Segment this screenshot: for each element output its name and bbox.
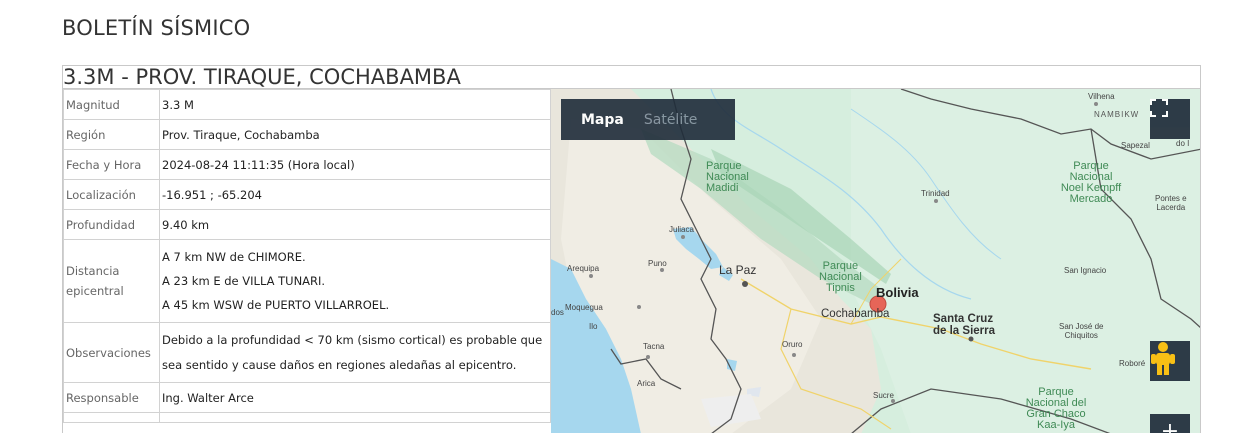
pegman-icon <box>1151 342 1175 375</box>
row-value: Ing. Walter Arce <box>159 382 551 413</box>
row-value-distancia: A 7 km NW de CHIMORE. A 23 km E de VILLA… <box>159 239 551 323</box>
map-label: San Ignacio <box>1064 266 1107 275</box>
map-label: Sucre <box>873 391 894 400</box>
map-label: NAMBIKW <box>1094 110 1140 119</box>
row-value: 9.40 km <box>159 209 551 240</box>
row-value-empty <box>159 412 551 423</box>
table-row: Distancia epicentral A 7 km NW de CHIMOR… <box>63 239 551 323</box>
row-value: 2024-08-24 11:11:35 (Hora local) <box>159 149 551 180</box>
observation-line: sea sentido y cause daños en regiones al… <box>162 357 517 372</box>
table-row: Magnitud 3.3 M <box>63 89 551 120</box>
row-key: Responsable <box>63 382 160 413</box>
map-label: Ilo <box>589 322 598 331</box>
row-value: -16.951 ; -65.204 <box>159 179 551 210</box>
map-label: do I <box>1176 139 1190 148</box>
map-label-park: Parque Nacional Noel Kempff Mercado <box>1051 161 1131 205</box>
map-label: Roboré <box>1119 359 1146 368</box>
table-row: Localización -16.951 ; -65.204 <box>63 179 551 210</box>
observation-line: Debido a la profundidad < 70 km (sismo c… <box>162 332 543 347</box>
map-label: Puno <box>648 259 667 268</box>
map-label: Sapezal <box>1121 141 1150 150</box>
row-key: Localización <box>63 179 160 210</box>
map-label: dos <box>551 308 564 317</box>
map-label-line: Madidi <box>706 182 739 194</box>
row-value-observaciones: Debido a la profundidad < 70 km (sismo c… <box>159 322 551 383</box>
row-value: 3.3 M <box>159 89 551 120</box>
table-row: Profundidad 9.40 km <box>63 209 551 240</box>
map-label: Trinidad <box>921 189 950 198</box>
row-key: Región <box>63 119 160 150</box>
map-label: Arequipa <box>567 264 600 273</box>
zoom-in-button[interactable]: + <box>1150 414 1190 433</box>
table-row: Fecha y Hora 2024-08-24 11:11:35 (Hora l… <box>63 149 551 180</box>
map-label: San José de Chiquitos <box>1059 322 1103 340</box>
distance-line: A 45 km WSW de PUERTO VILLARROEL. <box>162 298 390 312</box>
table-row: Observaciones Debido a la profundidad < … <box>63 322 551 383</box>
map-label: Juliaca <box>669 225 694 234</box>
row-key-empty <box>63 412 160 423</box>
table-row: Región Prov. Tiraque, Cochabamba <box>63 119 551 150</box>
map-label: Tacna <box>643 342 665 351</box>
map-label-country: Bolivia <box>876 285 919 300</box>
row-key-line: epicentral <box>66 284 124 298</box>
row-key: Profundidad <box>63 209 160 240</box>
map-label: Arica <box>637 379 656 388</box>
map-label-line: Tipnis <box>825 282 855 294</box>
fullscreen-icon <box>1150 99 1168 117</box>
map-label-line: de la Sierra <box>933 325 996 337</box>
map-label-line: Pontes e <box>1155 194 1187 203</box>
map-type-map-button[interactable]: Mapa <box>561 112 624 128</box>
map-type-satellite-button[interactable]: Satélite <box>624 112 697 128</box>
map-label-park: Parque Nacional Madidi <box>706 161 749 194</box>
map-embed[interactable]: Vilhena NAMBIKW Sapezal do I Parque Naci… <box>551 89 1200 433</box>
event-card: 3.3M - PROV. TIRAQUE, COCHABAMBA Magnitu… <box>62 65 1201 433</box>
distance-line: A 7 km NW de CHIMORE. <box>162 250 306 264</box>
map-label-line: Lacerda <box>1156 203 1186 212</box>
map-type-control: Mapa Satélite <box>561 99 735 140</box>
map-label: Cochabamba <box>821 308 890 320</box>
street-view-pegman-button[interactable] <box>1150 341 1190 381</box>
row-key: Observaciones <box>63 322 160 383</box>
page-heading: BOLETÍN SÍSMICO <box>62 16 251 40</box>
map-label: Moquegua <box>565 303 603 312</box>
event-title: 3.3M - PROV. TIRAQUE, COCHABAMBA <box>63 65 461 89</box>
fullscreen-button[interactable] <box>1150 99 1190 139</box>
map-label-line: Santa Cruz <box>933 313 994 325</box>
table-row: Responsable Ing. Walter Arce <box>63 382 551 413</box>
row-key-distancia: Distancia epicentral <box>63 239 160 323</box>
map-label-park: Parque Nacional del Gran Chaco Kaa-Iya <box>1016 387 1096 431</box>
map-label-line: Chiquitos <box>1064 331 1098 340</box>
map-label-line: San José de <box>1059 322 1104 331</box>
event-details-table: Magnitud 3.3 M Región Prov. Tiraque, Coc… <box>63 89 551 423</box>
map-label-line: Kaa-Iya <box>1037 419 1075 431</box>
map-label: Pontes e Lacerda <box>1155 194 1187 212</box>
map-label: Vilhena <box>1088 92 1115 101</box>
row-key: Fecha y Hora <box>63 149 160 180</box>
row-key-line: Distancia <box>66 264 120 278</box>
row-value: Prov. Tiraque, Cochabamba <box>159 119 551 150</box>
row-key: Magnitud <box>63 89 160 120</box>
map-label: Oruro <box>782 340 803 349</box>
map-label: La Paz <box>719 263 757 277</box>
map-label-park: Parque Nacional Tipnis <box>819 261 862 294</box>
table-row <box>63 412 551 423</box>
map-label: Santa Cruz de la Sierra <box>933 313 995 337</box>
distance-line: A 23 km E de VILLA TUNARI. <box>162 274 326 288</box>
map-label-line: Mercado <box>1069 193 1113 205</box>
